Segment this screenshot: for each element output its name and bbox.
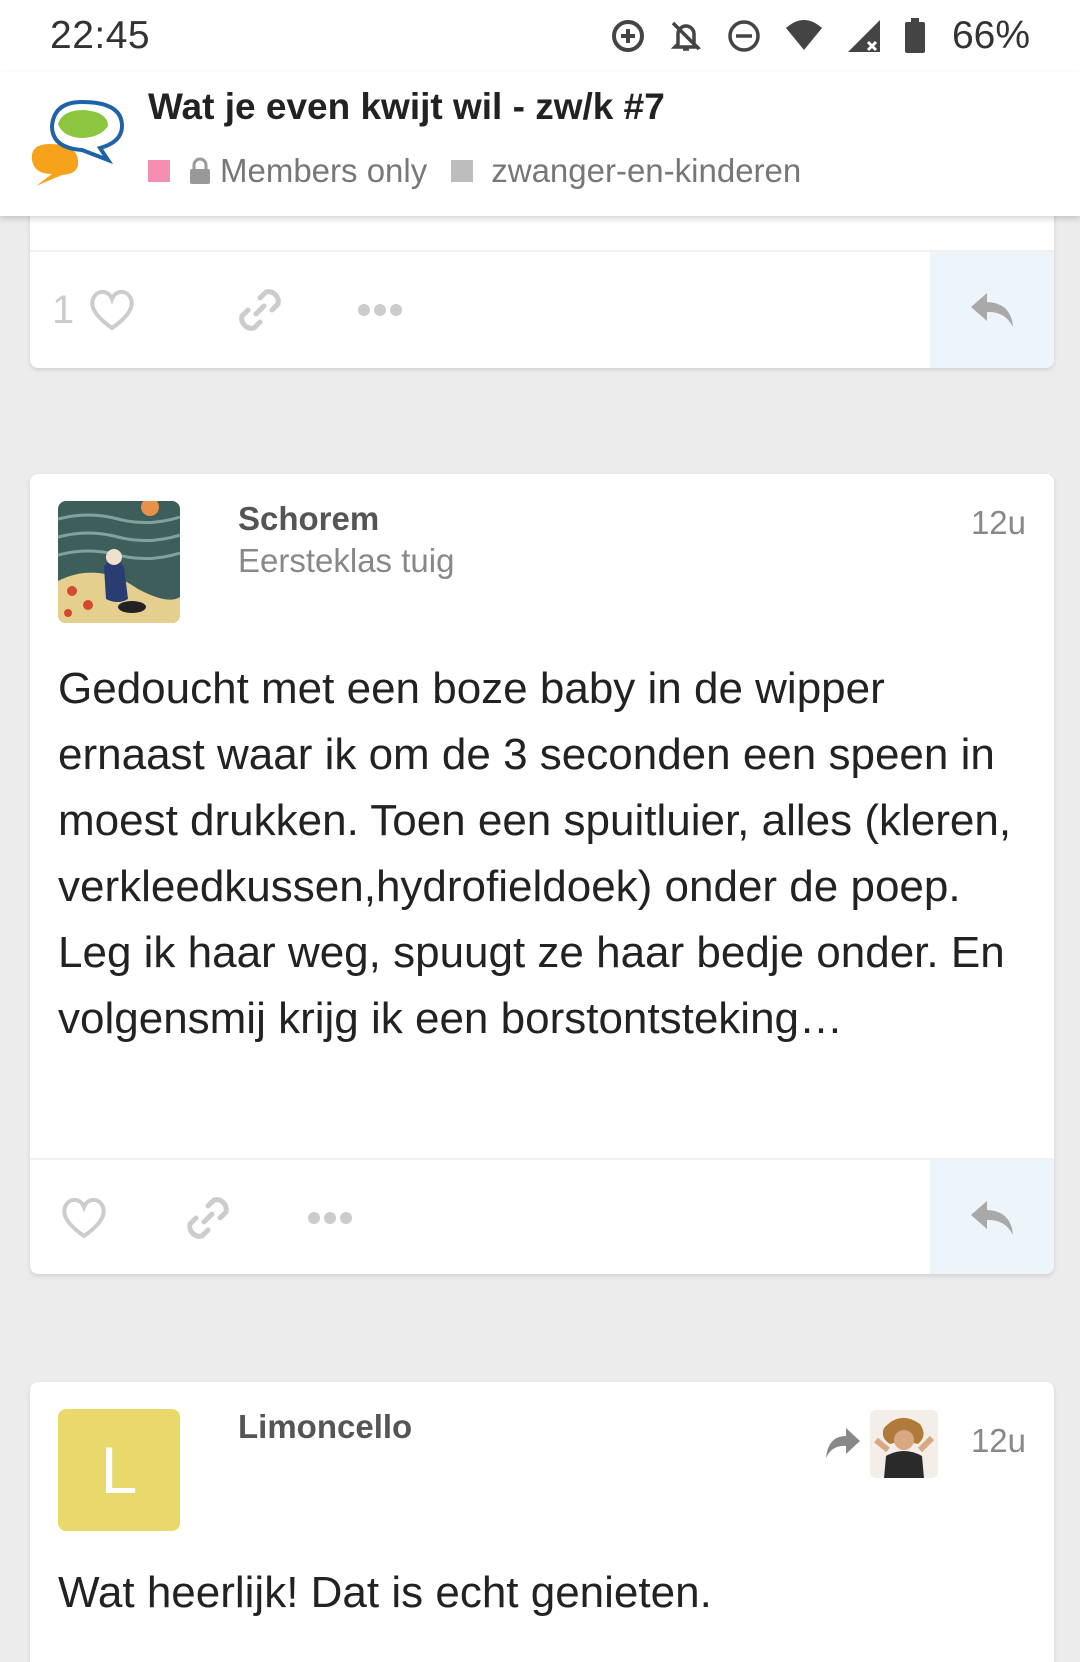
share-link-action[interactable] [234, 252, 286, 368]
topic-title[interactable]: Wat je even kwijt wil - zw/k #7 [148, 86, 665, 128]
category-color-swatch [148, 160, 170, 182]
reply-to-icon[interactable] [824, 1426, 862, 1460]
avatar-image[interactable] [58, 501, 180, 623]
subcategory-color-swatch [451, 160, 474, 182]
post-date[interactable]: 12u [971, 504, 1026, 542]
more-actions-button[interactable] [306, 1160, 354, 1274]
post-content: Gedoucht met een boze baby in de wipper … [58, 664, 1012, 1043]
reply-button[interactable] [930, 252, 1054, 368]
more-actions-button[interactable] [356, 252, 404, 368]
post-content: Wat heerlijk! Dat is echt genieten. [58, 1568, 712, 1617]
status-time: 22:45 [50, 14, 151, 57]
do-not-disturb-icon [728, 20, 760, 52]
post-username[interactable]: Schorem [238, 500, 379, 538]
share-link-action[interactable] [182, 1160, 234, 1274]
more-icon[interactable] [356, 302, 404, 318]
topic-header: Wat je even kwijt wil - zw/k #7 Members … [0, 72, 1080, 216]
category-child-link[interactable]: zwanger-en-kinderen [491, 152, 801, 190]
post-user-title: Eersteklas tuig [238, 542, 455, 579]
like-action[interactable]: 1 [52, 252, 136, 368]
lock-icon [190, 157, 210, 184]
signal-icon [847, 20, 880, 52]
user-avatar[interactable]: L [58, 1409, 180, 1531]
post-actions [30, 1158, 1054, 1274]
wifi-icon [785, 20, 822, 50]
post-username[interactable]: Limoncello [238, 1408, 412, 1446]
reply-to-avatar[interactable] [870, 1410, 938, 1478]
reply-button[interactable] [930, 1160, 1054, 1274]
data-saver-icon [611, 20, 644, 52]
category-parent-link[interactable]: Members only [220, 152, 427, 190]
battery-percentage: 66% [951, 14, 1030, 57]
like-action[interactable] [60, 1160, 108, 1274]
more-icon[interactable] [306, 1210, 354, 1226]
heart-icon[interactable] [88, 288, 136, 332]
post-actions: 1 [30, 250, 1054, 368]
post-date[interactable]: 12u [971, 1422, 1026, 1460]
battery-icon [904, 18, 925, 53]
user-avatar[interactable] [58, 501, 180, 623]
status-bar: 22:45 66% [0, 0, 1080, 72]
link-icon[interactable] [182, 1192, 234, 1244]
heart-icon[interactable] [60, 1196, 108, 1240]
avatar-letter: L [100, 1433, 138, 1507]
site-logo-icon[interactable] [28, 96, 128, 186]
link-icon[interactable] [234, 284, 286, 336]
reply-icon[interactable] [967, 1197, 1017, 1239]
topic-categories: Members only zwanger-en-kinderen [148, 152, 801, 190]
post-card: Schorem Eersteklas tuig 12u Gedoucht met… [30, 474, 1054, 1274]
status-icons: 66% [610, 14, 1030, 58]
notifications-off-icon [670, 21, 702, 51]
post-card: L Limoncello 12u Wat heerlijk! Dat is ec… [30, 1382, 1054, 1662]
reply-icon[interactable] [967, 289, 1017, 331]
like-count[interactable]: 1 [52, 288, 74, 333]
